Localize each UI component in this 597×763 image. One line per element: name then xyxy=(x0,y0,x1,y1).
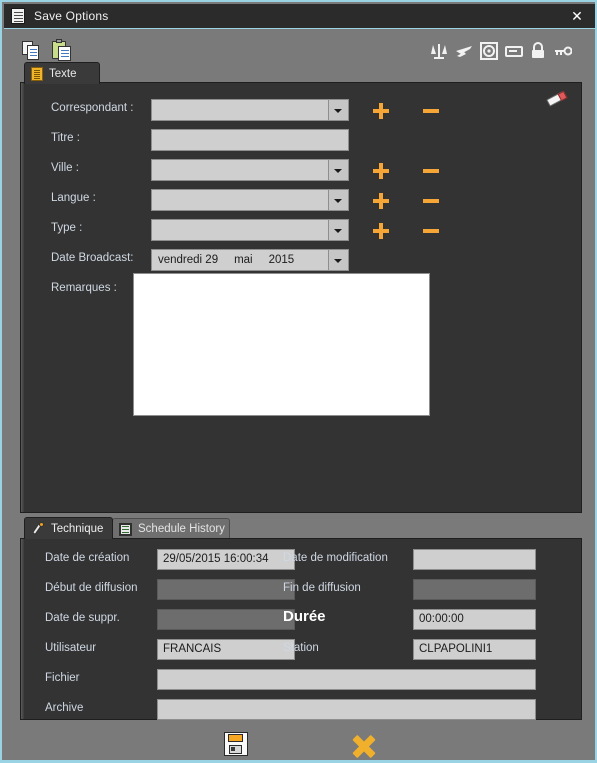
tab-schedule-history-label: Schedule History xyxy=(138,523,225,535)
row-fin-diffusion: Fin de diffusion xyxy=(283,579,573,600)
input-correspondant[interactable] xyxy=(151,99,329,121)
key-glyph xyxy=(555,46,573,56)
eraser-icon[interactable] xyxy=(545,90,568,109)
input-ville[interactable] xyxy=(151,159,329,181)
row-station: Station CLPAPOLINI1 xyxy=(283,639,573,660)
card-glyph xyxy=(505,46,523,57)
label-correspondant: Correspondant : xyxy=(51,102,134,114)
paste-icon[interactable] xyxy=(52,39,73,61)
label-archive: Archive xyxy=(45,702,84,714)
combo-arrow-type[interactable] xyxy=(329,219,349,241)
input-date-broadcast[interactable]: vendredi 29 mai 2015 xyxy=(151,249,329,271)
cancel-button[interactable] xyxy=(350,732,378,760)
plane-icon[interactable] xyxy=(455,42,473,60)
label-debut-diffusion: Début de diffusion xyxy=(45,582,138,594)
titlebar: Save Options ✕ xyxy=(4,4,595,29)
remove-langue-button[interactable] xyxy=(423,193,439,209)
label-titre: Titre : xyxy=(51,132,80,144)
label-date-suppr: Date de suppr. xyxy=(45,612,120,624)
add-type-button[interactable] xyxy=(373,223,389,239)
value-utilisateur[interactable]: FRANCAIS xyxy=(157,639,295,660)
remove-ville-button[interactable] xyxy=(423,163,439,179)
value-debut-diffusion[interactable] xyxy=(157,579,295,600)
combo-arrow-correspondant[interactable] xyxy=(329,99,349,121)
remove-type-button[interactable] xyxy=(423,223,439,239)
card-icon[interactable] xyxy=(505,42,523,60)
input-titre[interactable] xyxy=(151,129,349,151)
value-fin-diffusion[interactable] xyxy=(413,579,536,600)
tab-technique-label: Technique xyxy=(51,522,104,535)
value-duree[interactable]: 00:00:00 xyxy=(413,609,536,630)
value-station[interactable]: CLPAPOLINI1 xyxy=(413,639,536,660)
input-langue[interactable] xyxy=(151,189,329,211)
field-row-ville: Ville : xyxy=(51,159,441,181)
add-correspondant-button[interactable] xyxy=(373,103,389,119)
tab-texte[interactable]: Texte xyxy=(24,62,100,84)
value-date-creation[interactable]: 29/05/2015 16:00:34 xyxy=(157,549,295,570)
field-row-date-broadcast: Date Broadcast: vendredi 29 mai 2015 xyxy=(51,249,441,271)
tab-technique[interactable]: Technique xyxy=(24,517,113,539)
label-langue: Langue : xyxy=(51,192,96,204)
field-row-type: Type : xyxy=(51,219,441,241)
remarques-textarea[interactable] xyxy=(133,273,430,416)
row-utilisateur: Utilisateur FRANCAIS xyxy=(45,639,295,660)
label-station: Station xyxy=(283,642,319,654)
save-button[interactable] xyxy=(224,732,248,756)
field-row-langue: Langue : xyxy=(51,189,441,211)
add-ville-button[interactable] xyxy=(373,163,389,179)
plane-glyph xyxy=(456,46,472,57)
value-date-suppr[interactable] xyxy=(157,609,295,630)
label-remarques: Remarques : xyxy=(51,282,117,294)
date-broadcast-value: vendredi 29 mai 2015 xyxy=(158,254,295,266)
document-icon xyxy=(11,8,25,24)
label-date-modification: Date de modification xyxy=(283,552,388,564)
combo-arrow-date-broadcast[interactable] xyxy=(329,249,349,271)
close-icon[interactable]: ✕ xyxy=(567,7,587,25)
value-date-modification[interactable] xyxy=(413,549,536,570)
label-date-broadcast: Date Broadcast: xyxy=(51,252,134,264)
history-icon xyxy=(119,522,132,536)
field-row-correspondant: Correspondant : xyxy=(51,99,441,121)
label-fin-diffusion: Fin de diffusion xyxy=(283,582,361,594)
row-archive: Archive xyxy=(45,699,565,720)
row-date-suppr: Date de suppr. xyxy=(45,609,295,630)
key-icon[interactable] xyxy=(554,42,573,60)
target-icon[interactable] xyxy=(480,42,498,60)
text-document-icon xyxy=(31,66,43,81)
lock-icon[interactable] xyxy=(529,42,547,60)
row-date-modification: Date de modification xyxy=(283,549,573,570)
target-glyph xyxy=(480,42,498,60)
row-debut-diffusion: Début de diffusion xyxy=(45,579,295,600)
row-fichier: Fichier xyxy=(45,669,565,690)
label-date-creation: Date de création xyxy=(45,552,130,564)
label-duree: Durée xyxy=(283,608,326,625)
row-date-creation: Date de création 29/05/2015 16:00:34 xyxy=(45,549,295,570)
save-options-window: Save Options ✕ Texte Correspondant: Tit… xyxy=(0,0,597,763)
label-fichier: Fichier xyxy=(45,672,80,684)
value-archive[interactable] xyxy=(157,699,536,720)
value-fichier[interactable] xyxy=(157,669,536,690)
scales-icon[interactable] xyxy=(430,42,448,60)
page-title: Save Options xyxy=(34,9,109,23)
remove-correspondant-button[interactable] xyxy=(423,103,439,119)
add-langue-button[interactable] xyxy=(373,193,389,209)
tab-schedule-history[interactable]: Schedule History xyxy=(112,518,230,539)
label-type: Type : xyxy=(51,222,83,234)
combo-arrow-ville[interactable] xyxy=(329,159,349,181)
field-row-titre: Titre : xyxy=(51,129,441,151)
texte-panel: Correspondant : Titre : Ville : Langue : xyxy=(20,82,582,513)
label-ville: Ville : xyxy=(51,162,79,174)
technique-panel: Date de création 29/05/2015 16:00:34 Déb… xyxy=(20,538,582,720)
row-duree: Durée 00:00:00 xyxy=(283,608,573,630)
scales-glyph xyxy=(431,44,447,59)
tab-texte-label: Texte xyxy=(49,67,77,80)
label-utilisateur: Utilisateur xyxy=(45,642,97,654)
lock-glyph xyxy=(532,42,544,58)
input-type[interactable] xyxy=(151,219,329,241)
combo-arrow-langue[interactable] xyxy=(329,189,349,211)
wrench-icon xyxy=(31,521,45,536)
copy-icon[interactable] xyxy=(22,41,42,61)
